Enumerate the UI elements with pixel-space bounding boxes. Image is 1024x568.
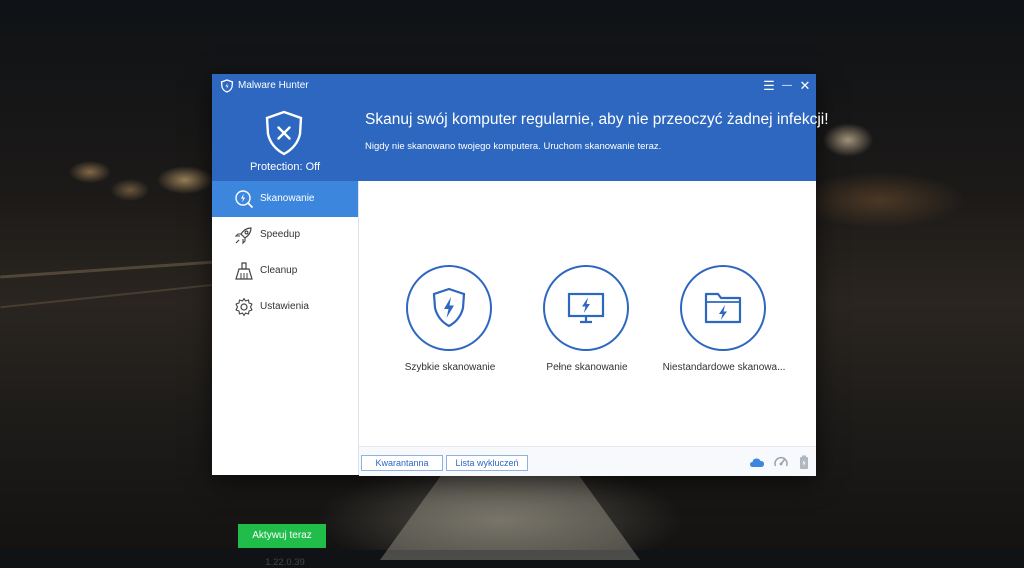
sidebar-item-label: Skanowanie [260, 193, 315, 204]
shield-x-icon [265, 110, 303, 156]
exclusions-list-button[interactable]: Lista wykluczeń [446, 455, 528, 471]
rocket-icon [234, 227, 252, 245]
folder-bolt-icon [704, 292, 742, 324]
app-title: Malware Hunter [238, 80, 309, 91]
scan-option-label: Szybkie skanowanie [404, 362, 496, 373]
header-banner: Malware Hunter ☰ — ✕ Protection: Off Ska… [212, 74, 829, 181]
scan-icon [235, 190, 253, 208]
banner-headline: Skanuj swój komputer regularnie, aby nie… [365, 111, 829, 128]
sidebar: Skanowanie Speedup Cleanup Ustawienia Ak… [212, 181, 359, 568]
sidebar-item-speedup[interactable]: Speedup [212, 217, 358, 253]
footer-bar: Kwarantanna Lista wykluczeń [359, 446, 816, 476]
title-bar[interactable]: Malware Hunter ☰ — ✕ [212, 74, 816, 98]
cloud-icon[interactable] [749, 454, 765, 470]
sidebar-item-skanowanie[interactable]: Skanowanie [212, 181, 358, 217]
scan-option-label: Pełne skanowanie [546, 362, 628, 373]
quarantine-button[interactable]: Kwarantanna [361, 455, 443, 471]
sidebar-item-ustawienia[interactable]: Ustawienia [212, 289, 358, 325]
menu-button[interactable]: ☰ [760, 77, 778, 95]
sidebar-item-cleanup[interactable]: Cleanup [212, 253, 358, 289]
gear-icon [235, 297, 253, 317]
main-content: Szybkie skanowanie Pełne skanowanie Nies… [359, 181, 816, 446]
close-button[interactable]: ✕ [796, 77, 814, 95]
custom-scan-button[interactable]: Niestandardowe skanowa... [663, 265, 785, 380]
sidebar-item-label: Cleanup [260, 265, 298, 276]
activate-now-button[interactable]: Aktywuj teraz [238, 524, 326, 548]
full-scan-circle [543, 265, 629, 351]
version-label: 1.22.0.39 [265, 557, 305, 568]
broom-icon [235, 262, 253, 280]
monitor-bolt-icon [567, 292, 605, 324]
minimize-button[interactable]: — [778, 77, 796, 95]
banner-subline: Nigdy nie skanowano twojego komputera. U… [365, 141, 662, 152]
sidebar-item-label: Speedup [260, 229, 301, 240]
full-scan-button[interactable]: Pełne skanowanie [527, 265, 647, 380]
quick-scan-button[interactable]: Szybkie skanowanie [390, 265, 510, 380]
app-window: Malware Hunter ☰ — ✕ Protection: Off Ska… [212, 74, 829, 568]
scan-option-label: Niestandardowe skanowa... [662, 362, 786, 373]
background-rail [0, 260, 215, 279]
background-rail [0, 283, 215, 309]
custom-scan-circle [680, 265, 766, 351]
shield-bolt-icon [432, 287, 466, 328]
protection-status: Protection: Off [249, 161, 321, 173]
battery-icon[interactable] [796, 454, 812, 470]
background-road [380, 470, 640, 560]
sidebar-item-label: Ustawienia [260, 301, 309, 312]
app-logo-icon [220, 79, 234, 93]
quick-scan-circle [406, 265, 492, 351]
speed-meter-icon[interactable] [773, 454, 789, 470]
